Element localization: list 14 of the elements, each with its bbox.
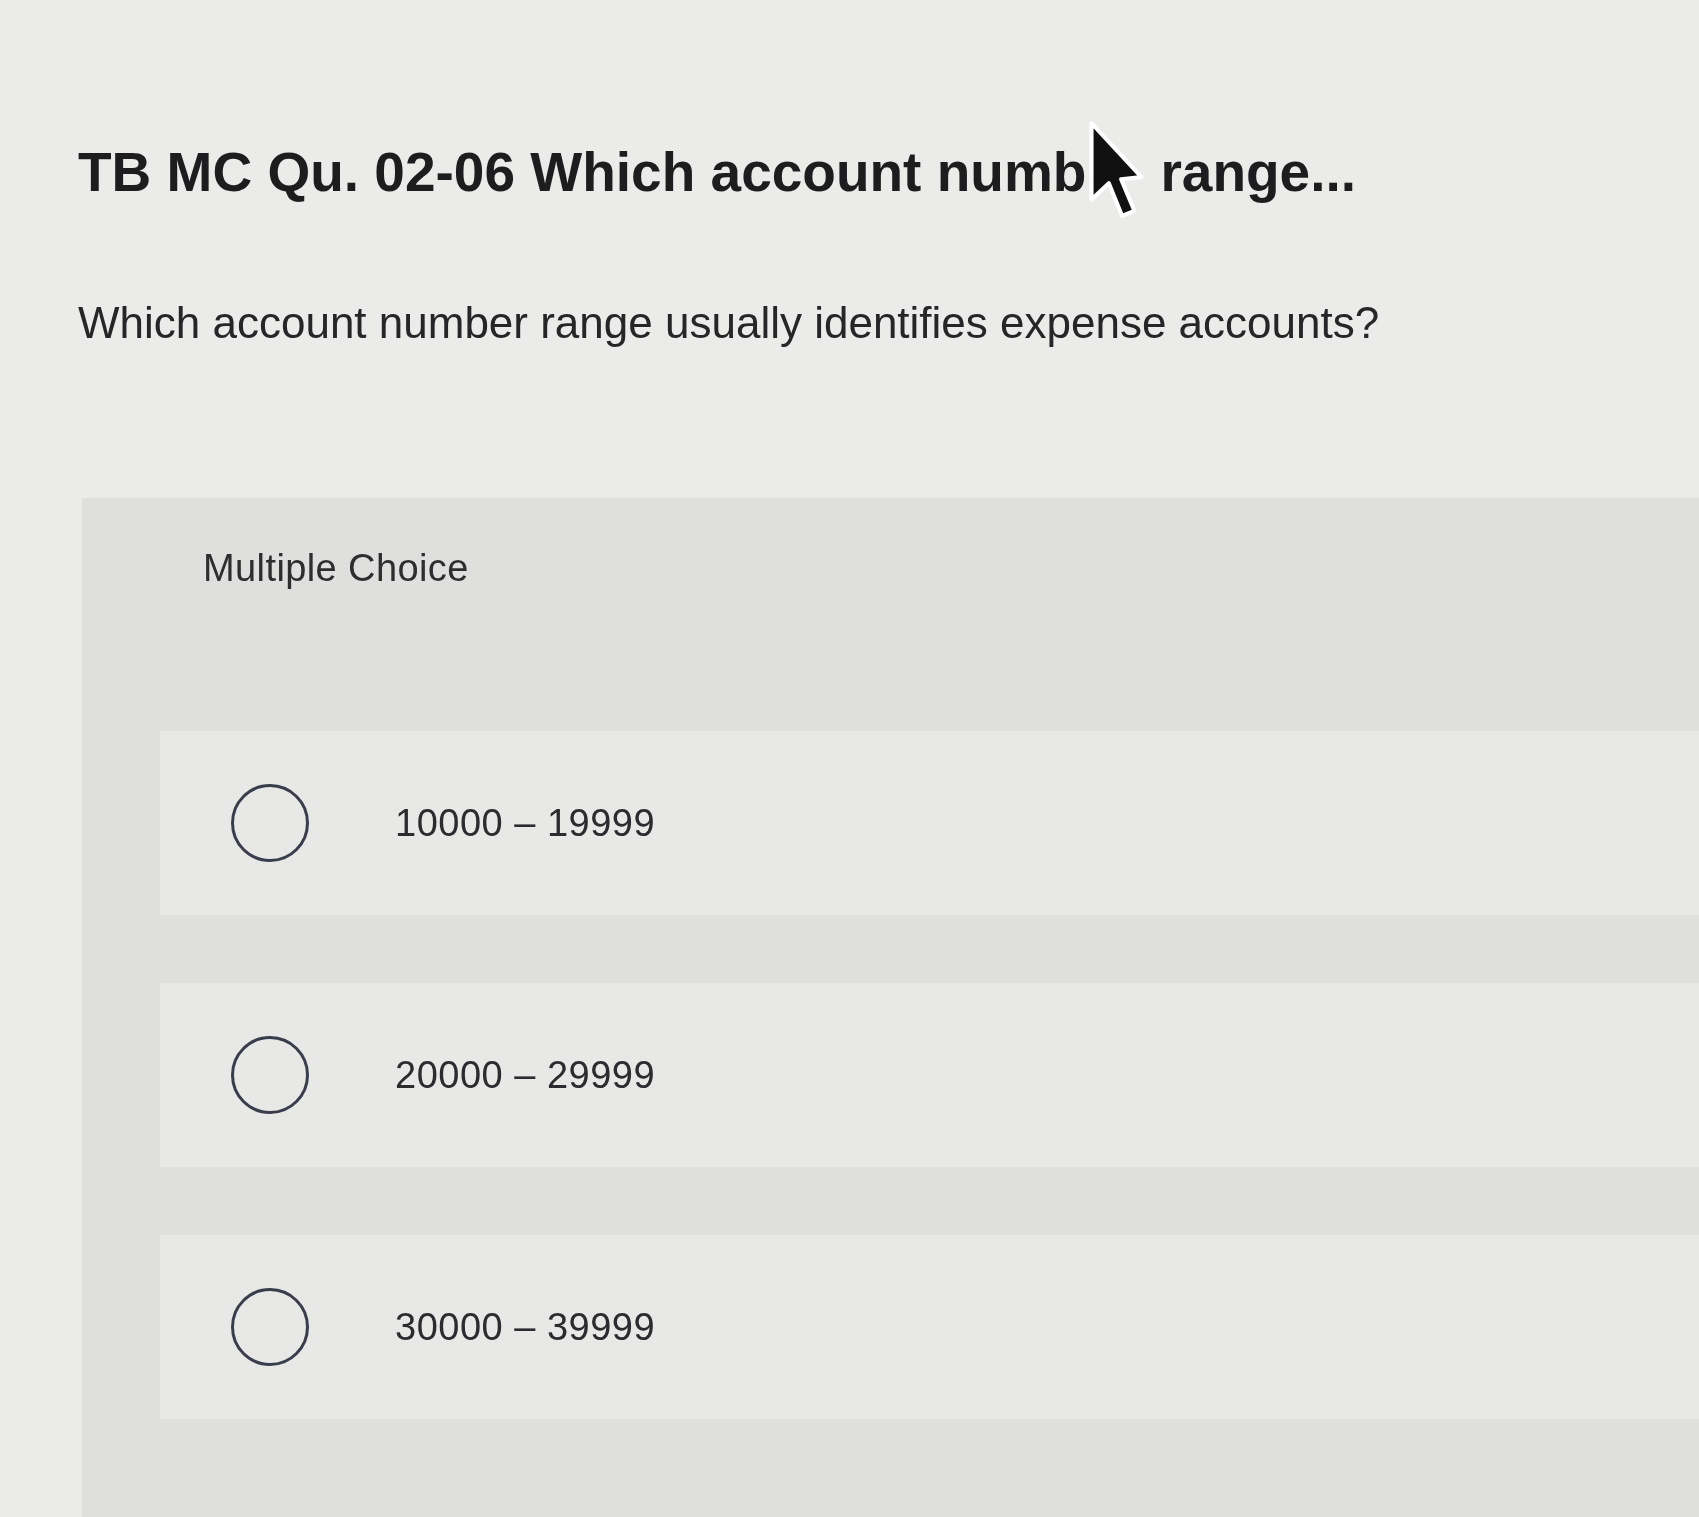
- answer-option[interactable]: 10000 – 19999: [160, 731, 1699, 915]
- answer-option[interactable]: 20000 – 29999: [160, 983, 1699, 1167]
- mouse-pointer-icon: [1088, 120, 1145, 220]
- radio-button[interactable]: [231, 784, 309, 862]
- radio-button[interactable]: [231, 1036, 309, 1114]
- answer-option[interactable]: 30000 – 39999: [160, 1235, 1699, 1419]
- question-title: TB MC Qu. 02-06 Which account numb: [78, 142, 1087, 202]
- question-text: Which account number range usually identifies expense accounts?: [78, 298, 1380, 347]
- radio-button[interactable]: [231, 1288, 309, 1366]
- option-label: 10000 – 19999: [395, 801, 656, 846]
- option-label: 20000 – 29999: [395, 1053, 656, 1098]
- question-title: range...: [1160, 142, 1357, 202]
- option-label: 30000 – 39999: [395, 1305, 656, 1350]
- panel-heading: Multiple Choice: [203, 546, 469, 590]
